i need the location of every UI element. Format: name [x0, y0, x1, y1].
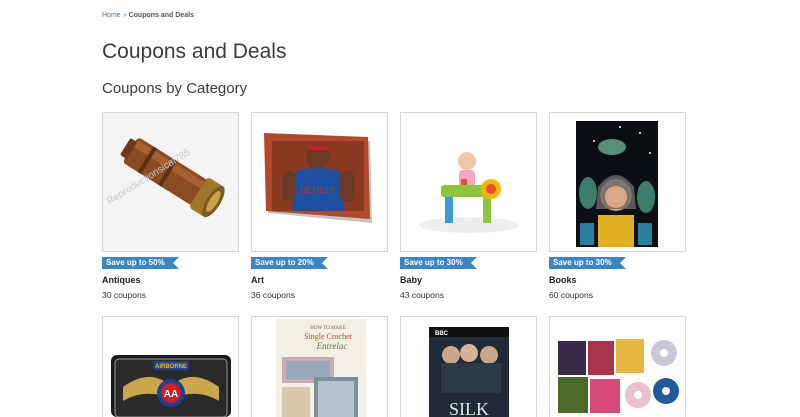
antique-spyglass-image[interactable]: Reproductionsical785 [102, 112, 239, 252]
category-card[interactable]: BBC SILK [400, 316, 537, 417]
coupon-count: 60 coupons [549, 290, 593, 300]
breadcrumb-separator: » [122, 12, 127, 19]
category-card[interactable]: AIRBORNE AA [102, 316, 239, 417]
logo-text: AA [164, 389, 178, 400]
baby-activity-table-image[interactable] [400, 112, 537, 252]
category-name-link[interactable]: Books [549, 275, 686, 285]
dvd-collection-image[interactable] [549, 316, 686, 417]
dvd-title: SILK [449, 399, 489, 417]
category-name-link[interactable]: Art [251, 275, 388, 285]
breadcrumb-current: Coupons and Deals [128, 12, 194, 19]
category-card[interactable]: HOW TO MAKE Single Crochet Entrelac [251, 316, 388, 417]
discount-badge: Save up to 30% [549, 257, 626, 269]
comic-book-cover-image[interactable] [549, 112, 686, 252]
book-title-line-3: Entrelac [316, 341, 348, 351]
book-title-line-1: HOW TO MAKE [310, 326, 346, 331]
breadcrumb: Home» Coupons and Deals [102, 12, 194, 19]
category-grid: Reproductionsical785 Save up to 50% Anti… [102, 112, 686, 417]
category-card-antiques[interactable]: Reproductionsical785 Save up to 50% Anti… [102, 112, 239, 300]
page-title: Coupons and Deals [102, 40, 287, 63]
basketball-player-canvas-image[interactable]: DETROIT [251, 112, 388, 252]
discount-badge: Save up to 30% [400, 257, 477, 269]
plate-text: AIRBORNE [155, 364, 187, 370]
category-name-link[interactable]: Baby [400, 275, 537, 285]
dvd-brand: BBC [435, 331, 449, 337]
category-card-books[interactable]: Save up to 30% Books 60 coupons [549, 112, 686, 300]
category-card-baby[interactable]: Save up to 30% Baby 43 coupons [400, 112, 537, 300]
coupon-count: 43 coupons [400, 290, 444, 300]
section-title: Coupons by Category [102, 80, 248, 97]
jersey-text: DETROIT [300, 186, 335, 195]
book-title-line-2: Single Crochet [304, 332, 353, 341]
coupon-count: 36 coupons [251, 290, 295, 300]
discount-badge: Save up to 50% [102, 257, 179, 269]
airborne-license-plate-image[interactable]: AIRBORNE AA [102, 316, 239, 417]
breadcrumb-home-link[interactable]: Home [102, 12, 121, 19]
category-card[interactable] [549, 316, 686, 417]
discount-badge: Save up to 20% [251, 257, 328, 269]
coupon-count: 30 coupons [102, 290, 146, 300]
crochet-pattern-book-image[interactable]: HOW TO MAKE Single Crochet Entrelac [251, 316, 388, 417]
category-name-link[interactable]: Antiques [102, 275, 239, 285]
category-card-art[interactable]: DETROIT Save up to 20% Art 36 coupons [251, 112, 388, 300]
silk-dvd-cover-image[interactable]: BBC SILK [400, 316, 537, 417]
